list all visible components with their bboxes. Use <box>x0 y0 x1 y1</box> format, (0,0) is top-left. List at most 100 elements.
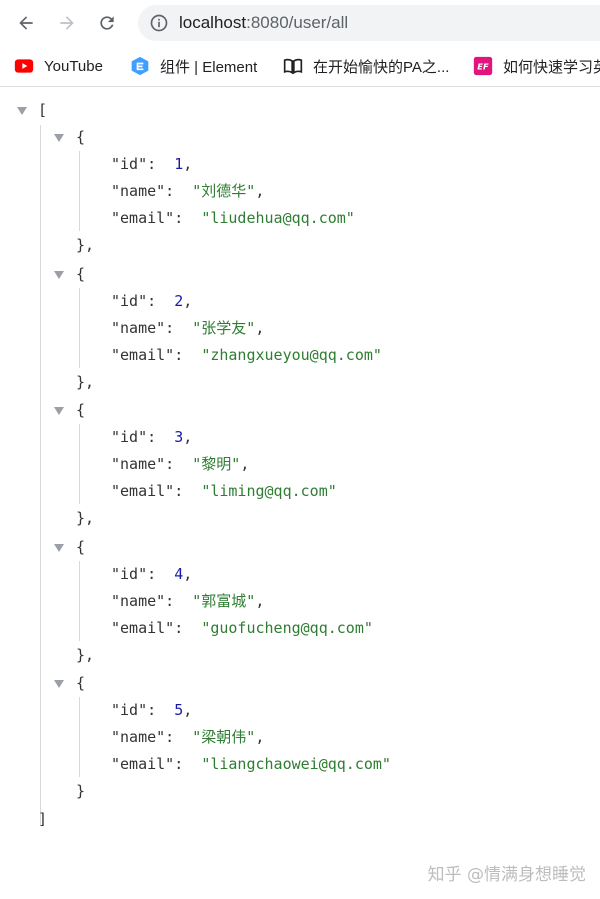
array-close-bracket: ] <box>38 810 48 828</box>
back-button[interactable] <box>11 8 41 38</box>
json-value: 5 <box>174 701 184 719</box>
field-name: "name": "黎明", <box>111 452 249 476</box>
json-key: "id": <box>111 155 157 173</box>
json-comma: , <box>255 728 265 746</box>
json-viewer: [ ] { "id": 1, "name": "刘德华", "email": "liu… <box>0 87 600 899</box>
object-open-brace: { <box>76 128 86 146</box>
object-close-brace: }, <box>76 373 95 391</box>
json-value: "guofucheng@qq.com" <box>201 619 373 637</box>
back-arrow-icon <box>19 16 33 30</box>
object-close-brace: }, <box>76 236 95 254</box>
field-id: "id": 2, <box>111 289 192 313</box>
json-key: "name": <box>111 728 175 746</box>
json-value: "刘德华" <box>192 182 256 200</box>
json-value: 1 <box>174 155 184 173</box>
collapse-toggle-icon[interactable] <box>54 544 64 552</box>
field-name: "name": "郭富城", <box>111 589 264 613</box>
bookmark-youtube[interactable]: YouTube <box>14 46 103 86</box>
collapse-toggle-icon[interactable] <box>54 407 64 415</box>
json-comma: , <box>183 292 193 310</box>
url-path: :8080/user/all <box>246 13 349 32</box>
youtube-icon <box>14 59 34 73</box>
bookmark-label: 如何快速学习英 <box>503 58 600 76</box>
json-key: "email": <box>111 619 184 637</box>
json-comma: , <box>183 155 193 173</box>
json-key: "email": <box>111 482 184 500</box>
collapse-toggle-icon[interactable] <box>54 134 64 142</box>
json-value: "liming@qq.com" <box>201 482 337 500</box>
json-value: "黎明" <box>192 455 241 473</box>
json-comma: , <box>255 592 265 610</box>
field-id: "id": 4, <box>111 562 192 586</box>
json-key: "name": <box>111 455 175 473</box>
indent-guide <box>79 151 80 231</box>
field-id: "id": 1, <box>111 152 192 176</box>
url-host: localhost <box>179 13 247 32</box>
json-value: 3 <box>174 428 184 446</box>
field-email: "email": "liangchaowei@qq.com" <box>111 752 391 776</box>
svg-text:EF: EF <box>477 61 489 71</box>
json-key: "name": <box>111 319 175 337</box>
json-key: "id": <box>111 428 157 446</box>
forward-button[interactable] <box>52 8 82 38</box>
json-comma: , <box>255 182 265 200</box>
json-key: "name": <box>111 592 175 610</box>
reload-icon <box>100 16 114 30</box>
collapse-toggle-icon[interactable] <box>54 271 64 279</box>
field-email: "email": "zhangxueyou@qq.com" <box>111 343 382 367</box>
reload-button[interactable] <box>92 8 122 38</box>
field-email: "email": "guofucheng@qq.com" <box>111 616 373 640</box>
json-key: "id": <box>111 565 157 583</box>
json-comma: , <box>183 428 193 446</box>
field-id: "id": 5, <box>111 698 192 722</box>
json-comma: , <box>240 455 250 473</box>
object-open-brace: { <box>76 265 86 283</box>
browser-toolbar: localhost:8080/user/all <box>0 0 600 46</box>
url-text[interactable]: localhost:8080/user/all <box>179 5 348 41</box>
field-email: "email": "liudehua@qq.com" <box>111 206 355 230</box>
json-comma: , <box>255 319 265 337</box>
json-value: "liangchaowei@qq.com" <box>201 755 391 773</box>
field-id: "id": 3, <box>111 425 192 449</box>
bookmark-label: 在开始愉快的PA之... <box>313 58 450 76</box>
json-key: "email": <box>111 755 184 773</box>
bookmark-label: YouTube <box>44 57 103 75</box>
json-key: "email": <box>111 209 184 227</box>
array-open-bracket: [ <box>38 101 48 119</box>
json-value: "张学友" <box>192 319 256 337</box>
site-info-icon[interactable] <box>149 13 169 33</box>
field-name: "name": "张学友", <box>111 316 264 340</box>
json-comma: , <box>183 701 193 719</box>
indent-guide <box>79 561 80 641</box>
bookmark-pa[interactable]: 在开始愉快的PA之... <box>283 46 449 86</box>
watermark: 知乎 @情满身想睡觉 <box>427 865 586 885</box>
field-email: "email": "liming@qq.com" <box>111 479 337 503</box>
json-value: 4 <box>174 565 184 583</box>
book-icon <box>283 58 303 75</box>
json-comma: , <box>183 565 193 583</box>
json-value: "zhangxueyou@qq.com" <box>201 346 382 364</box>
object-close-brace: }, <box>76 646 95 664</box>
collapse-toggle-icon[interactable] <box>54 680 64 688</box>
json-key: "id": <box>111 701 157 719</box>
field-name: "name": "梁朝伟", <box>111 725 264 749</box>
json-value: "郭富城" <box>192 592 256 610</box>
address-bar[interactable]: localhost:8080/user/all <box>138 5 600 41</box>
object-close-brace: } <box>76 782 86 800</box>
collapse-toggle-icon[interactable] <box>17 107 27 115</box>
forward-arrow-icon <box>60 16 74 30</box>
indent-guide <box>79 424 80 504</box>
object-open-brace: { <box>76 401 86 419</box>
json-key: "id": <box>111 292 157 310</box>
indent-guide <box>79 288 80 368</box>
bookmark-ef[interactable]: EF 如何快速学习英 <box>473 46 600 86</box>
bookmarks-bar: YouTube 组件 | Element 在开始愉快的PA之... EF 如何快… <box>0 46 600 87</box>
object-close-brace: }, <box>76 509 95 527</box>
bookmark-element[interactable]: 组件 | Element <box>130 46 257 86</box>
json-value: "梁朝伟" <box>192 728 256 746</box>
indent-guide <box>40 125 41 825</box>
object-open-brace: { <box>76 538 86 556</box>
ef-icon: EF <box>473 56 493 76</box>
json-value: "liudehua@qq.com" <box>201 209 355 227</box>
json-key: "email": <box>111 346 184 364</box>
